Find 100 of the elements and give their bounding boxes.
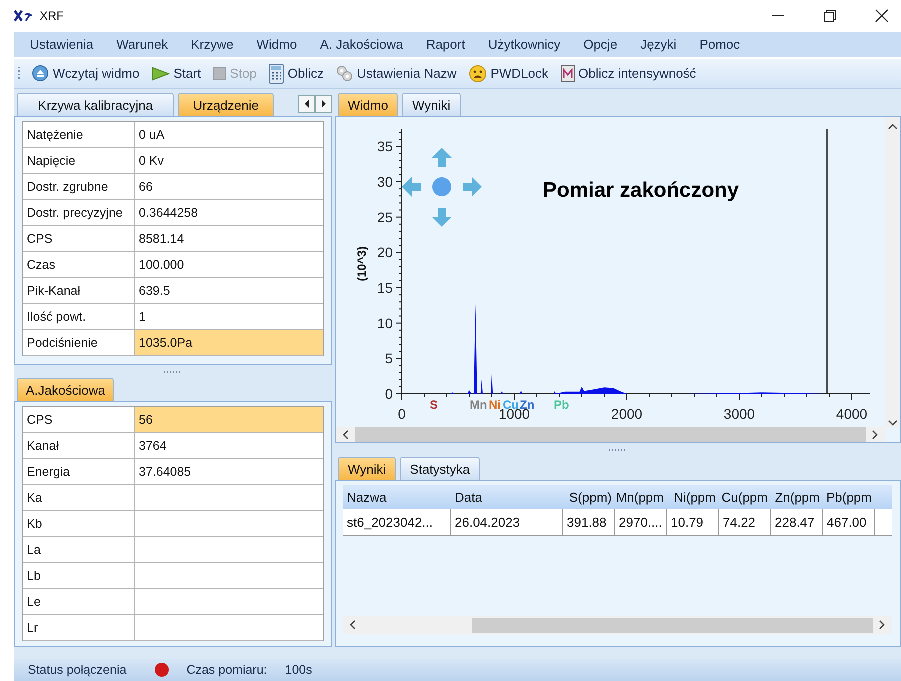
table-cell: 467.00 [823, 509, 875, 535]
element-label: Ni [489, 398, 501, 412]
y-tick-label: 30 [377, 174, 393, 190]
scroll-up-icon[interactable] [888, 123, 898, 130]
scroll-left-icon[interactable] [342, 430, 349, 440]
column-header[interactable]: S(ppm) [563, 485, 615, 509]
y-tick-label: 5 [385, 350, 393, 367]
tab[interactable]: A.Jakościowa [17, 378, 114, 401]
property-value-cell[interactable]: 0 uA [135, 122, 323, 148]
property-name-cell: Ka [23, 485, 135, 511]
table-cell: 74.22 [719, 509, 771, 535]
menu-item[interactable]: Raport [426, 37, 466, 52]
tab[interactable]: Krzywa kalibracyjna [17, 93, 174, 116]
property-name-cell: Czas [23, 252, 135, 278]
table-cell: 391.88 [563, 509, 615, 535]
tab[interactable]: Statystyka [400, 457, 480, 480]
scroll-left-button[interactable] [298, 95, 315, 113]
property-value-cell[interactable]: 3764 [135, 433, 323, 459]
property-name-cell: Lr [23, 615, 135, 641]
menu-item[interactable]: Użytkownicy [488, 37, 561, 52]
sad-face-icon [468, 64, 487, 82]
close-icon[interactable] [875, 9, 889, 23]
property-name-cell: Lb [23, 563, 135, 589]
x-tick-label: 3000 [724, 406, 756, 422]
tab[interactable]: Widmo [338, 93, 398, 116]
element-label: Mn [470, 398, 488, 412]
app-logo-icon [14, 9, 34, 23]
horizontal-scrollbar[interactable] [336, 427, 885, 442]
property-name-cell: Dostr. zgrubne [23, 174, 135, 200]
property-name-cell: Le [23, 589, 135, 615]
y-tick-label: 35 [377, 138, 393, 155]
toolbar-button[interactable]: Ustawienia Nazw [335, 65, 458, 82]
tab[interactable]: Wyniki [338, 457, 396, 480]
tab[interactable]: Wyniki [402, 93, 461, 116]
restore-icon[interactable] [823, 9, 837, 23]
property-value-cell[interactable]: 639.5 [135, 278, 323, 304]
table-cell: 10.79 [667, 509, 719, 535]
scroll-right-icon[interactable] [879, 620, 886, 630]
scroll-down-icon[interactable] [888, 420, 898, 427]
column-header[interactable]: Mn(ppm [615, 485, 667, 509]
property-value-cell[interactable]: 37.64085 [135, 459, 323, 485]
left-triangle-icon [304, 100, 310, 108]
menu-item[interactable]: Języki [640, 37, 677, 52]
tab[interactable]: Urządzenie [178, 93, 274, 116]
property-name-cell: Dostr. precyzyjne [23, 200, 135, 226]
horizontal-scrollbar[interactable] [343, 616, 892, 634]
property-name-cell: Pik-Kanał [23, 278, 135, 304]
document-icon [560, 65, 575, 82]
toolbar-button[interactable]: Oblicz [268, 64, 326, 84]
property-value-cell[interactable]: 0 Kv [135, 148, 323, 174]
menu-item[interactable]: Ustawienia [30, 37, 94, 52]
measurement-time: 100s [285, 663, 312, 677]
play-icon [152, 66, 170, 80]
y-axis-label: (10^3) [355, 246, 369, 282]
eject-icon [32, 65, 49, 82]
table-cell: 228.47 [771, 509, 823, 535]
pan-arrows-drawing[interactable] [402, 148, 482, 227]
column-header[interactable]: Nazwa [343, 485, 451, 509]
scroll-left-icon[interactable] [349, 620, 356, 630]
property-name-cell: Napięcie [23, 148, 135, 174]
vertical-scrollbar[interactable] [885, 117, 900, 427]
x-tick-label: 2000 [611, 406, 643, 422]
column-header[interactable]: Data [451, 485, 563, 509]
toolbar-button[interactable]: PWDLock [468, 64, 550, 82]
column-header[interactable]: Zn(ppm [771, 485, 823, 509]
y-tick-label: 15 [377, 280, 393, 296]
menu-item[interactable]: Opcje [584, 37, 618, 52]
column-header[interactable]: Cu(ppm [719, 485, 771, 509]
right-triangle-icon [320, 100, 326, 108]
splitter-grip-icon[interactable] [163, 370, 183, 374]
property-value-cell[interactable]: 56 [135, 407, 323, 433]
gears-icon [336, 65, 354, 82]
menu-item[interactable]: Krzywe [191, 37, 234, 52]
column-header[interactable]: Ni(ppm [667, 485, 719, 509]
property-value-cell[interactable]: 66 [135, 174, 323, 200]
column-header[interactable]: Pb(ppm [823, 485, 875, 509]
scroll-right-button[interactable] [315, 95, 332, 113]
menu-item[interactable]: Pomoc [700, 37, 740, 52]
measurement-status-text: Pomiar zakończony [543, 179, 740, 202]
menu-item[interactable]: Warunek [116, 37, 168, 52]
y-tick-label: 20 [377, 244, 393, 261]
toolbar-button[interactable]: Wczytaj widmo [31, 65, 141, 82]
table-cell: 2970.... [615, 509, 667, 535]
y-tick-label: 10 [377, 315, 393, 332]
property-value-cell[interactable]: 8581.14 [135, 226, 323, 252]
splitter-grip-icon[interactable] [608, 448, 628, 452]
toolbar-button[interactable]: Oblicz intensywność [560, 65, 698, 82]
toolbar-button[interactable]: Start [150, 66, 202, 81]
window-title: XRF [40, 9, 64, 23]
scroll-right-icon[interactable] [872, 430, 879, 440]
menu-item[interactable]: A. Jakościowa [320, 37, 404, 52]
property-value-cell[interactable]: 0.3644258 [135, 200, 323, 226]
stop-icon [213, 67, 226, 80]
property-name-cell: Ilość powt. [23, 304, 135, 330]
property-value-cell[interactable]: 1035.0Pa [135, 330, 323, 356]
x-tick-label: 4000 [836, 406, 868, 422]
calculator-icon [268, 64, 284, 84]
menu-item[interactable]: Widmo [256, 37, 298, 52]
y-tick-label: 0 [385, 386, 393, 402]
property-value-cell[interactable]: 100.000 [135, 252, 323, 278]
